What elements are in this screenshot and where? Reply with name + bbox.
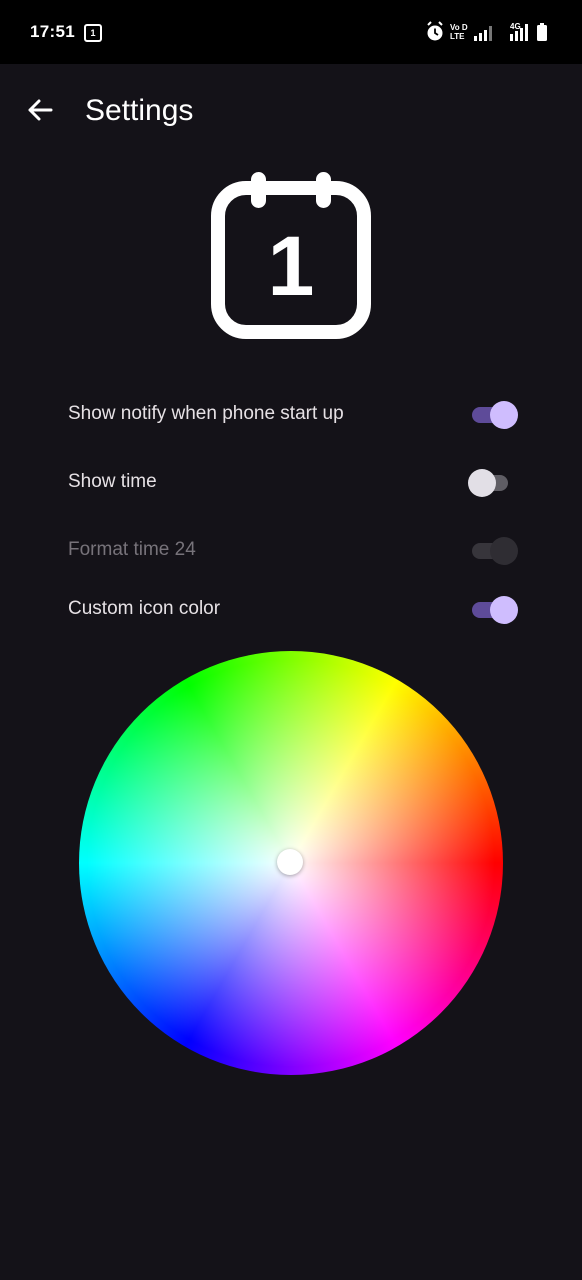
status-time: 17:51 [30,22,75,41]
4g-signal-icon: 4G [510,22,528,41]
custom-icon-color-switch[interactable] [468,594,518,624]
svg-text:LTE: LTE [450,32,465,41]
alarm-icon [427,21,443,41]
color-wheel[interactable] [79,651,503,1075]
setting-label: Show time [68,471,157,492]
show-notify-switch[interactable] [468,399,518,429]
setting-label: Custom icon color [68,598,221,619]
setting-label: Format time 24 [68,539,196,560]
arrow-left-icon [28,99,53,121]
switch-thumb [468,469,496,497]
volte-icon: Vo D LTE [450,23,468,41]
calendar-day-number: 1 [268,219,315,313]
format-time-24-switch[interactable] [468,535,518,565]
calendar-notification-icon: 1 [84,24,102,42]
page-title: Settings [85,94,194,127]
setting-show-time: Show time [68,456,518,508]
setting-custom-icon-color: Custom icon color [68,583,518,635]
status-bar: 17:51 1 Vo D LTE 4G [0,0,582,64]
svg-text:4G: 4G [510,22,521,31]
setting-label: Show notify when phone start up [68,403,344,424]
setting-format-time-24: Format time 24 [68,524,518,576]
back-button[interactable] [20,86,60,134]
color-wheel-handle[interactable] [277,849,303,875]
battery-icon [537,23,547,41]
signal-icon [474,26,492,41]
setting-show-notify: Show notify when phone start up [68,388,518,440]
show-time-switch[interactable] [468,467,518,497]
app-calendar-icon: 1 [210,170,372,340]
app-bar: Settings [0,64,582,158]
switch-thumb [490,401,518,429]
svg-text:Vo D: Vo D [450,23,468,32]
status-icons: Vo D LTE 4G [426,20,554,44]
switch-thumb [490,596,518,624]
switch-thumb [490,537,518,565]
